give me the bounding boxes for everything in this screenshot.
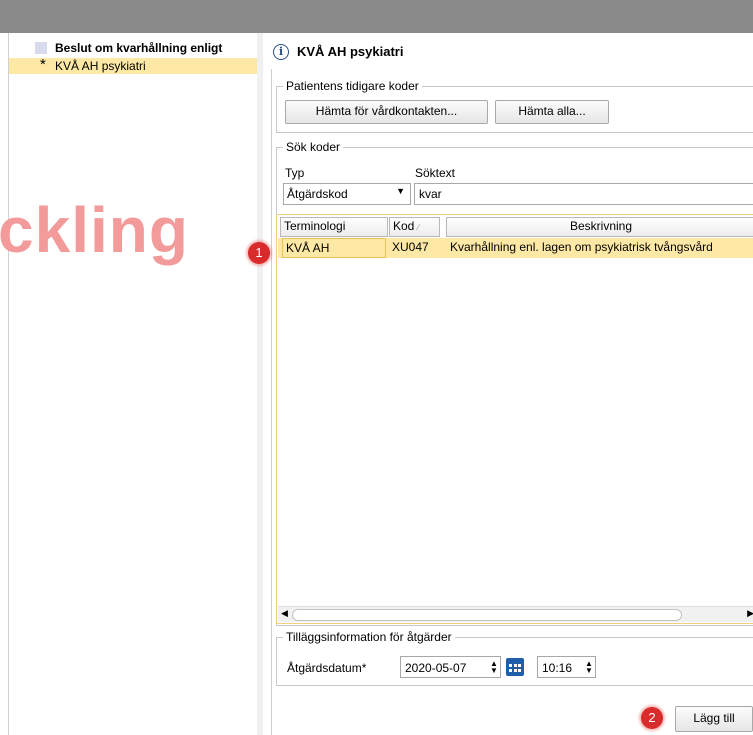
scroll-left-icon[interactable]: ◀ (281, 608, 288, 619)
search-text-value: kvar (419, 187, 442, 201)
sort-ascending-icon: ∕ (417, 222, 420, 232)
tree-item-label: Beslut om kvarhållning enligt (55, 41, 223, 55)
type-label: Typ (285, 166, 305, 180)
table-row[interactable]: KVÅ AH XU047 Kvarhållning enl. lagen om … (278, 238, 753, 258)
column-header-beskrivning[interactable]: Beskrivning (446, 217, 753, 237)
info-icon: i (273, 44, 289, 60)
scrollbar-thumb[interactable] (292, 609, 682, 621)
dropdown-arrow-icon: ▼ (396, 186, 405, 196)
group-legend: Tilläggsinformation för åtgärder (286, 630, 452, 644)
column-header-kod[interactable]: Kod ∕ (389, 217, 440, 237)
results-table: Terminologi Kod ∕ Beskrivning KVÅ AH XU0… (276, 214, 753, 624)
window-top-bar (0, 0, 753, 33)
step-marker-2: 2 (641, 707, 663, 729)
time-field[interactable]: 10:16 ▲ ▼ (537, 656, 596, 678)
group-legend: Sök koder (286, 140, 341, 154)
calendar-icon[interactable] (506, 658, 524, 676)
date-spinner-icon[interactable]: ▲ ▼ (490, 660, 498, 675)
scroll-right-icon[interactable]: ▶ (747, 608, 753, 619)
tree-item-decision[interactable]: Beslut om kvarhållning enligt (9, 40, 257, 56)
horizontal-scrollbar[interactable]: ◀ ▶ (278, 606, 753, 622)
cell-beskrivning: Kvarhållning enl. lagen om psykiatrisk t… (450, 240, 713, 254)
type-select-value: Åtgärdskod (287, 187, 348, 201)
tree-item-label: KVÅ AH psykiatri (55, 59, 146, 73)
date-field[interactable]: 2020-05-07 ▲ ▼ (400, 656, 501, 678)
step-marker-1: 1 (248, 242, 270, 264)
search-text-label: Söktext (415, 166, 456, 180)
document-icon (35, 42, 47, 54)
modified-marker: * (40, 58, 46, 73)
add-button[interactable]: Lägg till (675, 706, 753, 732)
column-header-label: Kod (393, 219, 415, 233)
fetch-all-button[interactable]: Hämta alla... (495, 100, 609, 124)
navigation-tree: Beslut om kvarhållning enligt * KVÅ AH p… (8, 33, 258, 735)
page-title: KVÅ AH psykiatri (297, 44, 404, 59)
date-value: 2020-05-07 (405, 661, 467, 675)
watermark-text: ckling (0, 194, 189, 266)
fetch-for-contact-button[interactable]: Hämta för vårdkontakten... (285, 100, 488, 124)
cell-kod: XU047 (392, 240, 429, 254)
time-spinner-icon[interactable]: ▲ ▼ (585, 660, 593, 675)
group-legend: Patientens tidigare koder (286, 79, 419, 93)
cell-terminologi: KVÅ AH (282, 238, 386, 258)
search-text-input[interactable]: kvar (414, 183, 753, 205)
tree-item-kva-ah[interactable]: * KVÅ AH psykiatri (9, 58, 257, 74)
time-value: 10:16 (542, 661, 573, 675)
date-label: Åtgärdsdatum* (287, 661, 367, 675)
type-select[interactable]: Åtgärdskod ▼ (283, 183, 411, 205)
column-header-terminologi[interactable]: Terminologi (280, 217, 388, 237)
